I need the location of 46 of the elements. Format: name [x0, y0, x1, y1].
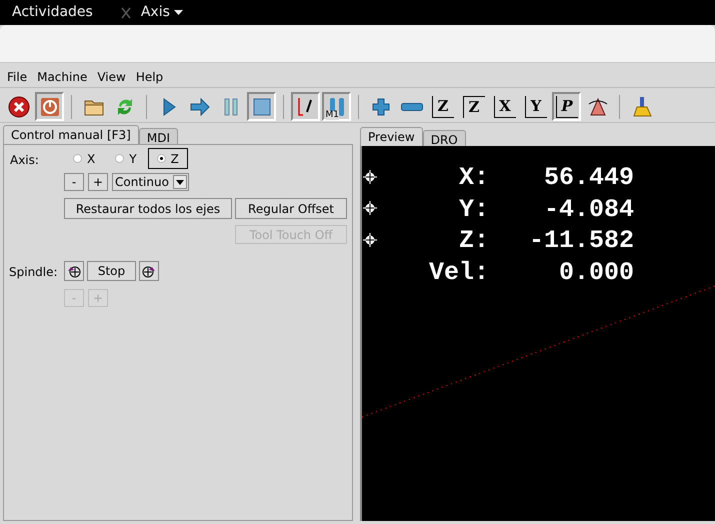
cone-icon [586, 96, 608, 118]
zoom-in-icon [370, 96, 392, 118]
stop-square-icon [250, 96, 272, 118]
menu-item[interactable]: Help [136, 68, 164, 86]
caret-icon [174, 10, 183, 15]
axis-radio[interactable]: Y [106, 148, 146, 169]
stop-icon [8, 96, 30, 118]
rotate-right-icon [142, 264, 156, 278]
dro-value: 56.449 [542, 162, 634, 194]
dro-axis-label: Y: [458, 194, 489, 226]
tab[interactable]: Control manual [F3] [3, 125, 139, 144]
dro-value: 0.000 [558, 256, 634, 288]
dro-value: -4.084 [542, 194, 634, 226]
dro-value: -11.582 [528, 225, 634, 257]
dro-axis-label: X: [458, 162, 489, 194]
app-menu[interactable]: Axis [120, 2, 183, 23]
tab[interactable]: MDI [138, 128, 178, 144]
brush-icon [630, 96, 652, 118]
home-all-button[interactable]: Restaurar todos los ejes [64, 198, 232, 219]
jog-mode-dropdown[interactable]: Continuo [112, 173, 189, 191]
axis-radio[interactable]: Z [148, 148, 188, 169]
jog-plus-button[interactable]: + [88, 173, 108, 191]
power-icon [38, 96, 60, 118]
axis-label: Axis: [10, 152, 39, 169]
app-icon [120, 6, 131, 18]
spindle-cw-button[interactable] [139, 261, 159, 281]
spindle-label: Spindle: [9, 264, 58, 281]
menu-item[interactable]: File [7, 68, 28, 86]
jog-minus-button[interactable]: - [64, 173, 84, 191]
tab[interactable]: Preview [360, 127, 423, 146]
arrow-right-icon [188, 96, 210, 118]
tab[interactable]: DRO [422, 130, 466, 146]
menu-item[interactable]: View [97, 68, 126, 86]
preview-canvas[interactable]: X: 56.449 Y: -4.084 Z: -11.582 Vel: 0.000 [360, 146, 715, 521]
toolbar-button[interactable] [291, 92, 320, 121]
dro-axis-label: Vel: [428, 256, 489, 288]
caret-icon [173, 175, 187, 189]
menu-item[interactable]: Machine [37, 68, 88, 86]
touch-off-button[interactable]: Regular Offset [235, 198, 347, 219]
spindle-stop-button[interactable]: Stop [87, 261, 136, 281]
axis-radio[interactable]: X [64, 148, 104, 169]
activities-button[interactable]: Actividades [12, 2, 93, 23]
zoom-out-icon [400, 102, 422, 110]
dro-axis-label: Z: [458, 225, 489, 257]
spindle-ccw-button[interactable] [64, 261, 84, 281]
rotate-left-icon [67, 264, 81, 278]
